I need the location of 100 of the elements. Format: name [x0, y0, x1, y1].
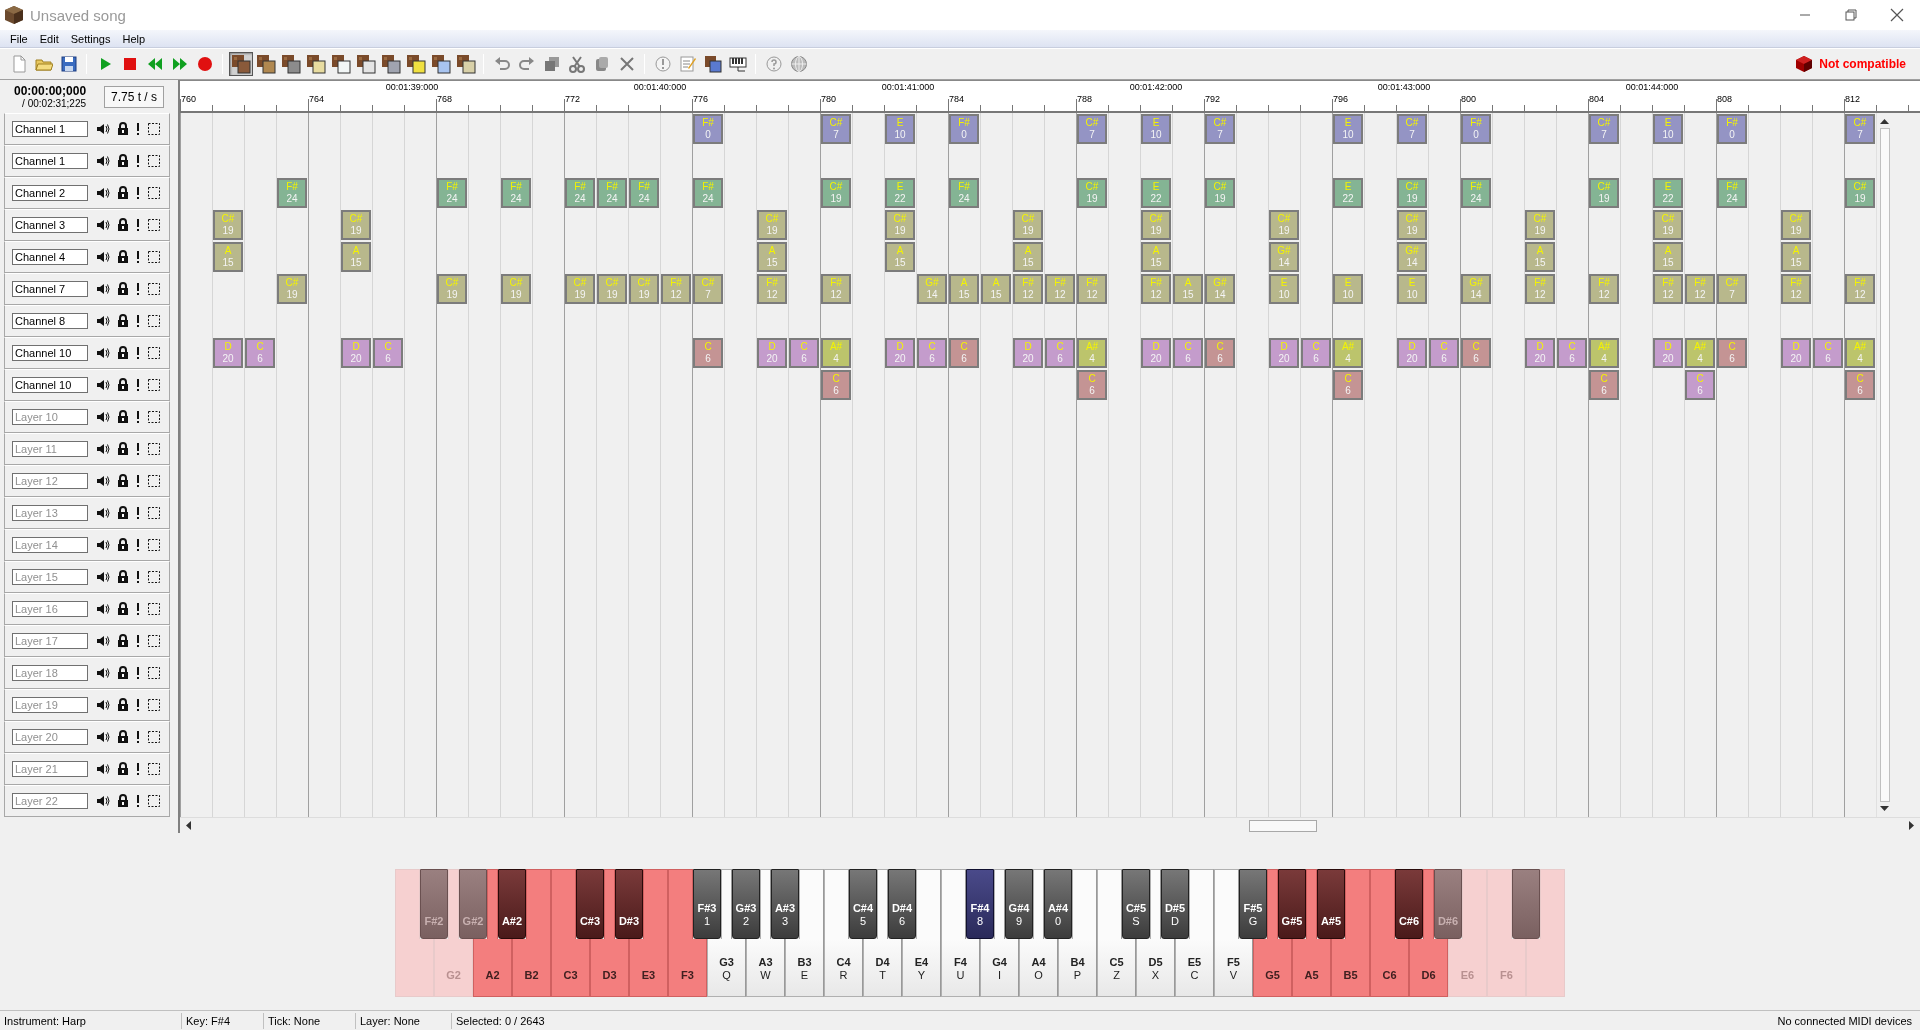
key-top-strip[interactable]	[721, 869, 732, 939]
note-block[interactable]: D 20	[1653, 338, 1683, 368]
note-block[interactable]: D 20	[1269, 338, 1299, 368]
lock-icon[interactable]	[117, 474, 129, 488]
note-block[interactable]: E 10	[1141, 114, 1171, 144]
piano-key[interactable]: A#2	[498, 869, 526, 939]
key-top-strip[interactable]	[1097, 869, 1122, 939]
note-block[interactable]: C# 19	[757, 210, 787, 240]
note-block[interactable]: F# 12	[821, 274, 851, 304]
note-block[interactable]: D 20	[1397, 338, 1427, 368]
note-block[interactable]: C# 7	[1205, 114, 1235, 144]
note-block[interactable]: C 6	[1845, 370, 1875, 400]
piano-key[interactable]: G3 Q	[707, 939, 746, 997]
lock-icon[interactable]	[117, 698, 129, 712]
note-block[interactable]: C 6	[821, 370, 851, 400]
note-block[interactable]: E 10	[1333, 274, 1363, 304]
note-block[interactable]: E 22	[1653, 178, 1683, 208]
save-icon[interactable]	[59, 55, 78, 73]
note-block[interactable]: C# 19	[1589, 178, 1619, 208]
speaker-icon[interactable]	[96, 154, 110, 168]
layer-name-field[interactable]: Layer 18	[12, 665, 88, 681]
layer-name-field[interactable]: Layer 20	[12, 729, 88, 745]
piano-key[interactable]: E5 C	[1175, 939, 1214, 997]
layer-name-field[interactable]: Channel 7	[12, 281, 88, 297]
piano-key[interactable]: B3 E	[785, 939, 824, 997]
speaker-icon[interactable]	[96, 794, 110, 808]
lock-icon[interactable]	[117, 282, 129, 296]
menu-item[interactable]: Help	[116, 32, 152, 45]
solo-icon[interactable]	[136, 762, 140, 776]
piano-key[interactable]: C#5 S	[1122, 869, 1150, 939]
scroll-up-icon[interactable]	[1880, 118, 1889, 124]
note-block[interactable]: C# 19	[885, 210, 915, 240]
menu-item[interactable]: Edit	[33, 32, 65, 45]
lock-icon[interactable]	[117, 506, 129, 520]
key-top-strip[interactable]	[1150, 869, 1161, 939]
note-block[interactable]: C 6	[789, 338, 819, 368]
note-block[interactable]: F# 24	[693, 178, 723, 208]
solo-icon[interactable]	[136, 250, 140, 264]
select-box-icon[interactable]	[147, 698, 161, 712]
select-box-icon[interactable]	[147, 762, 161, 776]
note-block[interactable]: E 10	[1653, 114, 1683, 144]
note-block[interactable]: A# 4	[1077, 338, 1107, 368]
key-top-strip[interactable]	[916, 869, 941, 939]
layer-name-field[interactable]: Layer 19	[12, 697, 88, 713]
note-block[interactable]: C# 7	[693, 274, 723, 304]
note-block[interactable]: C 6	[1077, 370, 1107, 400]
note-block[interactable]: A 15	[949, 274, 979, 304]
select-box-icon[interactable]	[147, 730, 161, 744]
speaker-icon[interactable]	[96, 186, 110, 200]
speaker-icon[interactable]	[96, 314, 110, 328]
note-block[interactable]: F# 24	[629, 178, 659, 208]
note-block[interactable]: D 20	[341, 338, 371, 368]
piano-key[interactable]: A#4 0	[1044, 869, 1072, 939]
note-block[interactable]: C# 19	[821, 178, 851, 208]
layer-name-field[interactable]: Layer 21	[12, 761, 88, 777]
note-block[interactable]: F# 12	[1845, 274, 1875, 304]
note-block[interactable]: F# 12	[661, 274, 691, 304]
piano-key[interactable]: D#3	[615, 869, 643, 939]
lock-icon[interactable]	[117, 602, 129, 616]
note-block[interactable]: C# 19	[1845, 178, 1875, 208]
key-top-strip[interactable]	[760, 869, 771, 939]
solo-icon[interactable]	[136, 442, 140, 456]
note-block[interactable]: F# 24	[949, 178, 979, 208]
note-block[interactable]: C 6	[1589, 370, 1619, 400]
note-block[interactable]: C 6	[693, 338, 723, 368]
note-block[interactable]: C# 7	[1717, 274, 1747, 304]
speaker-icon[interactable]	[96, 666, 110, 680]
layer-name-field[interactable]: Channel 2	[12, 185, 88, 201]
note-block[interactable]: C# 19	[629, 274, 659, 304]
solo-icon[interactable]	[136, 154, 140, 168]
piano-key[interactable]: C#4 5	[849, 869, 877, 939]
select-box-icon[interactable]	[147, 474, 161, 488]
note-block[interactable]: A 15	[757, 242, 787, 272]
instrument-button[interactable]	[228, 52, 253, 76]
piano-key[interactable]: D3	[590, 939, 629, 997]
piano-key[interactable]: B4 P	[1058, 939, 1097, 997]
solo-icon[interactable]	[136, 122, 140, 136]
layer-name-field[interactable]: Layer 10	[12, 409, 88, 425]
lock-icon[interactable]	[117, 314, 129, 328]
note-block[interactable]: F# 24	[1461, 178, 1491, 208]
key-top-strip[interactable]	[824, 869, 849, 939]
solo-icon[interactable]	[136, 218, 140, 232]
solo-icon[interactable]	[136, 794, 140, 808]
select-box-icon[interactable]	[147, 378, 161, 392]
note-block[interactable]: C# 7	[1397, 114, 1427, 144]
note-block[interactable]: E 22	[885, 178, 915, 208]
select-box-icon[interactable]	[147, 538, 161, 552]
note-block[interactable]: A# 4	[1333, 338, 1363, 368]
note-block[interactable]: A 15	[885, 242, 915, 272]
piano-key[interactable]: C3	[551, 939, 590, 997]
piano-key[interactable]: E3	[629, 939, 668, 997]
speaker-icon[interactable]	[96, 602, 110, 616]
key-top-strip[interactable]	[877, 869, 888, 939]
note-block[interactable]: G# 14	[1461, 274, 1491, 304]
piano-key[interactable]: D#5 D	[1161, 869, 1189, 939]
speaker-icon[interactable]	[96, 250, 110, 264]
speaker-icon[interactable]	[96, 282, 110, 296]
piano-key[interactable]: C#3	[576, 869, 604, 939]
select-box-icon[interactable]	[147, 410, 161, 424]
piano-key[interactable]: F#3 1	[693, 869, 721, 939]
